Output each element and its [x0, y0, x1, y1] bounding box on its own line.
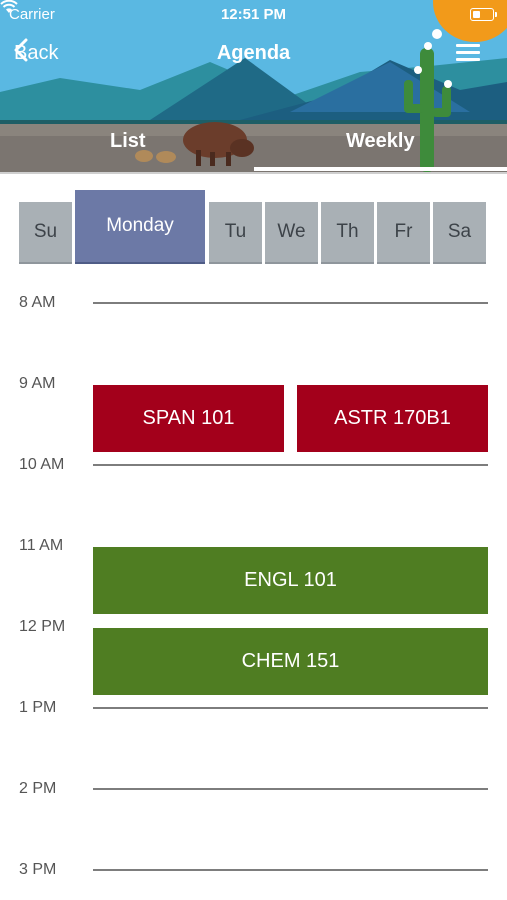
status-bar: Carrier 12:51 PM: [0, 0, 507, 28]
header-divider: [0, 172, 507, 174]
tab-list[interactable]: List: [110, 130, 146, 153]
time-label: 10 AM: [19, 456, 65, 473]
hamburger-menu-icon[interactable]: [456, 44, 480, 62]
time-label: 9 AM: [19, 375, 56, 392]
status-time: 12:51 PM: [220, 6, 287, 23]
battery-icon: [470, 8, 497, 21]
day-tab-thursday[interactable]: Th: [321, 202, 374, 264]
event-block-engl-101[interactable]: ENGL 101: [93, 547, 488, 614]
hour-line: [93, 464, 488, 466]
header-banner: Carrier 12:51 PM Back Agenda List Weekly: [0, 0, 507, 172]
tab-weekly[interactable]: Weekly: [346, 130, 415, 153]
time-label: 8 AM: [19, 294, 56, 311]
day-tab-sunday[interactable]: Su: [19, 202, 72, 264]
event-block-astr-170b1[interactable]: ASTR 170B1: [297, 385, 488, 452]
event-block-span-101[interactable]: SPAN 101: [93, 385, 284, 452]
page-title: Agenda: [216, 42, 291, 64]
time-label: 1 PM: [19, 699, 57, 716]
time-label: 3 PM: [19, 861, 57, 878]
hour-line: [93, 707, 488, 709]
hour-line: [93, 302, 488, 304]
time-label: 2 PM: [19, 780, 57, 797]
day-tab-saturday[interactable]: Sa: [433, 202, 486, 264]
tab-selected-indicator: [254, 167, 507, 171]
day-tab-wednesday[interactable]: We: [265, 202, 318, 264]
day-selector: Su Monday Tu We Th Fr Sa: [19, 190, 489, 264]
hour-line: [93, 788, 488, 790]
event-block-chem-151[interactable]: CHEM 151: [93, 628, 488, 695]
day-tab-tuesday[interactable]: Tu: [209, 202, 262, 264]
day-tab-monday[interactable]: Monday: [75, 190, 205, 264]
time-label: 12 PM: [19, 618, 66, 635]
time-label: 11 AM: [19, 537, 64, 554]
day-tab-friday[interactable]: Fr: [377, 202, 430, 264]
hour-line: [93, 869, 488, 871]
